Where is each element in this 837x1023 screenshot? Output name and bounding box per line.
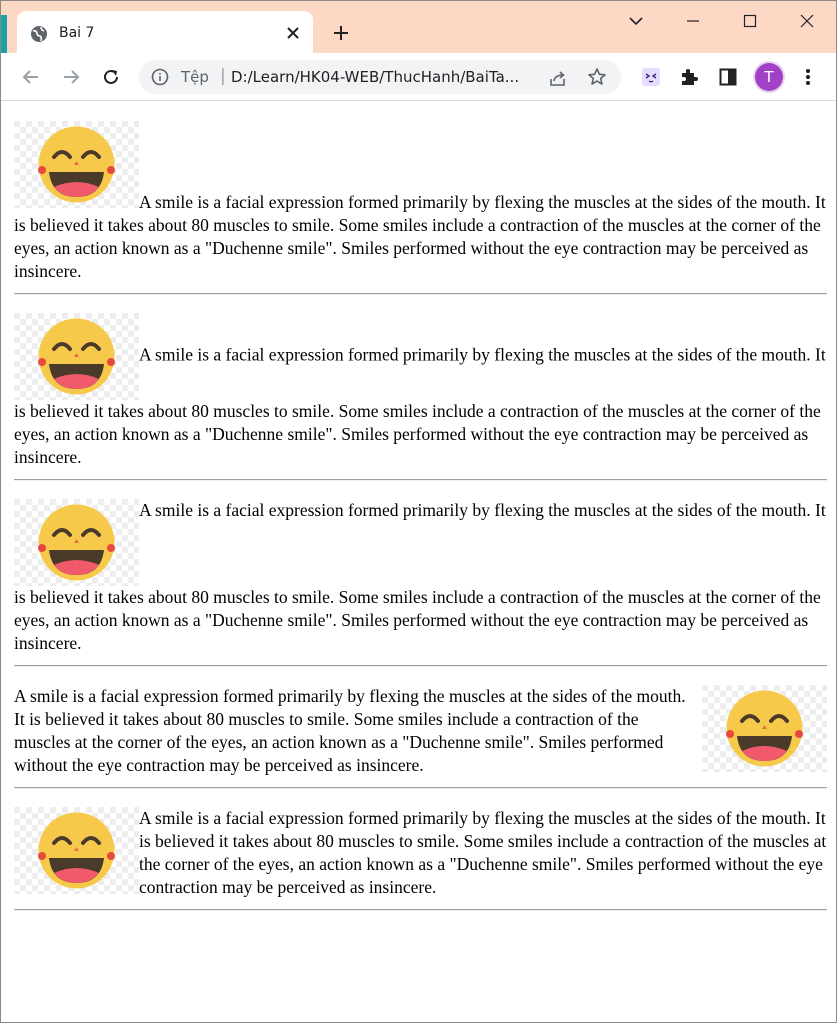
paragraph-text: A smile is a facial expression formed pr… [14,686,686,775]
reload-button[interactable] [97,63,125,91]
address-bar[interactable]: Tệp | D:/Learn/HK04-WEB/ThucHanh/BaiTa..… [139,60,621,94]
tab-active[interactable]: Bai 7 [17,11,313,53]
divider [14,293,827,295]
section-float-right: A smile is a facial expression formed pr… [14,685,827,777]
bookmark-star-icon[interactable] [587,67,607,87]
tab-title: Bai 7 [59,25,95,41]
paragraph: A smile is a facial expression formed pr… [14,313,827,469]
divider [14,479,827,481]
browser-toolbar: Tệp | D:/Learn/HK04-WEB/ThucHanh/BaiTa..… [1,53,836,101]
laughing-face-icon [14,499,139,586]
profile-avatar[interactable]: T [755,63,783,91]
laughing-face-icon [702,685,827,772]
address-scheme: Tệp [181,68,209,86]
section-align-top: A smile is a facial expression formed pr… [14,499,827,655]
laughing-face-icon [14,313,139,400]
side-panel-icon[interactable] [714,63,742,91]
close-tab-icon[interactable] [283,23,303,43]
paragraph: A smile is a facial expression formed pr… [14,499,827,655]
tab-strip: Bai 7 [1,1,836,53]
paragraph: A smile is a facial expression formed pr… [14,121,827,283]
globe-icon [30,25,48,43]
maximize-button[interactable] [736,7,764,35]
back-button[interactable] [17,63,45,91]
extension-face-icon[interactable] [637,63,665,91]
section-float-left: A smile is a facial expression formed pr… [14,807,827,899]
extensions-puzzle-icon[interactable] [675,63,703,91]
background-window-edge [1,15,7,53]
divider [14,909,827,911]
laughing-face-icon [14,121,139,208]
address-separator: | [220,66,226,86]
menu-kebab-icon[interactable] [794,63,822,91]
site-info-icon[interactable] [151,68,169,86]
page-viewport: A smile is a facial expression formed pr… [1,101,836,1022]
minimize-button[interactable] [679,7,707,35]
section-align-middle: A smile is a facial expression formed pr… [14,313,827,469]
browser-window: Bai 7 Tệp | D:/Learn/HK04-WEB/ThucHanh/B… [0,0,837,1023]
paragraph-text: A smile is a facial expression formed pr… [139,808,827,897]
new-tab-button[interactable] [329,21,353,45]
page-content: A smile is a facial expression formed pr… [14,121,827,929]
address-url[interactable]: D:/Learn/HK04-WEB/ThucHanh/BaiTa... [231,68,531,86]
divider [14,787,827,789]
forward-button[interactable] [57,63,85,91]
share-icon[interactable] [548,68,568,88]
close-window-button[interactable] [793,7,821,35]
section-align-baseline: A smile is a facial expression formed pr… [14,121,827,283]
tab-search-chevron-icon[interactable] [622,7,650,35]
divider [14,665,827,667]
laughing-face-icon [14,807,139,894]
